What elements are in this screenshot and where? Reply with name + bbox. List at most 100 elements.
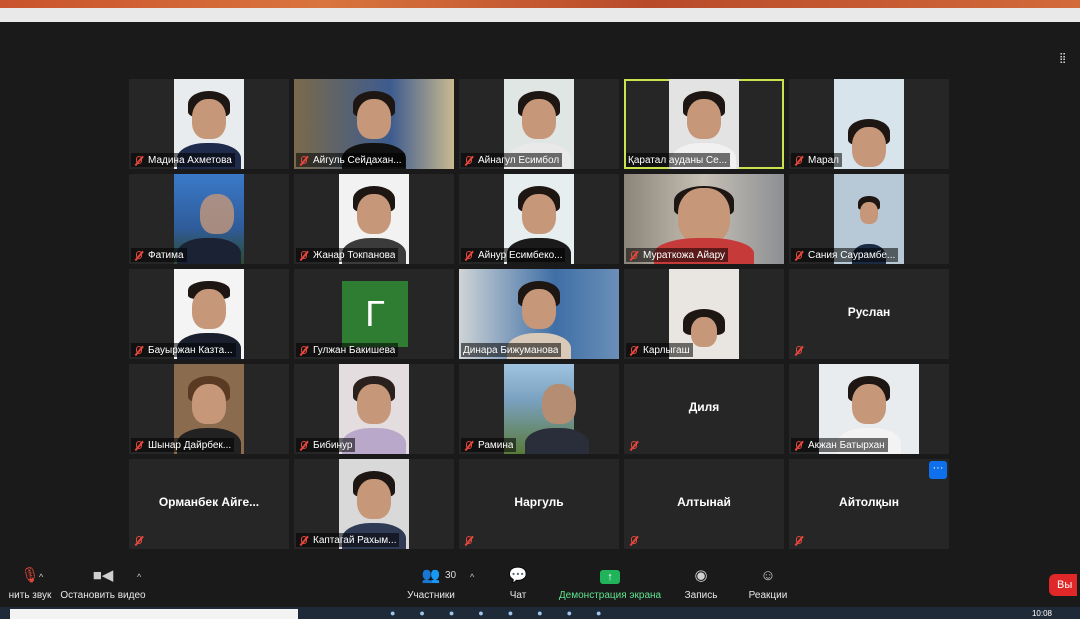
participant-name-bar: Мураткожа Айару [626, 248, 729, 262]
participant-tile[interactable]: Каптагай Рахым... [294, 459, 454, 549]
participant-tile[interactable]: Бибинур [294, 364, 454, 454]
participant-name-bar: Сания Саурамбе... [791, 248, 899, 262]
mic-muted-icon [463, 250, 474, 261]
participant-name-bar: Каптагай Рахым... [296, 533, 400, 547]
participant-display-name: Наргуль [514, 495, 564, 509]
participant-name: Мураткожа Айару [643, 249, 726, 261]
participant-name: Шынар Дайрбек... [148, 439, 232, 451]
participant-tile[interactable]: Айгуль Сейдахан... [294, 79, 454, 169]
taskbar-search-box[interactable] [10, 609, 298, 619]
record-label: Запись [684, 590, 718, 601]
participant-tile[interactable]: Руслан [789, 269, 949, 359]
gallery-view-icon[interactable]: ⣿ [1059, 54, 1069, 64]
participant-tile[interactable]: Акжан Батырхан [789, 364, 949, 454]
chat-label: Чат [509, 590, 527, 601]
mic-muted-icon [133, 250, 144, 261]
participant-tile[interactable]: Орманбек Айге... [129, 459, 289, 549]
participant-tile-active-speaker[interactable]: Қаратал ауданы Се... [624, 79, 784, 169]
mic-muted-icon [463, 440, 474, 451]
participant-name: Каптагай Рахым... [313, 534, 397, 546]
participant-tile[interactable]: ··· Айтолқын [789, 459, 949, 549]
participant-name: Динара Бижуманова [463, 344, 559, 356]
participant-name-bar: Рамина [461, 438, 517, 452]
mic-muted-icon [628, 535, 639, 546]
participants-count: 30 [445, 570, 457, 581]
participant-tile[interactable]: Мураткожа Айару [624, 174, 784, 264]
participant-tile[interactable]: Айнур Есимбеко... [459, 174, 619, 264]
mic-muted-icon [628, 250, 639, 261]
audio-options-caret-icon[interactable]: ^ [39, 572, 43, 582]
participant-display-name: Орманбек Айге... [158, 495, 260, 509]
participant-name: Рамина [478, 439, 514, 451]
participant-tile[interactable]: Рамина [459, 364, 619, 454]
reactions-icon: ☺ [760, 567, 776, 584]
participant-name-bar: Гулжан Бакишева [296, 343, 399, 357]
mic-muted-icon [463, 155, 474, 166]
mic-muted-icon [133, 535, 144, 546]
participant-name-bar [131, 533, 151, 547]
participant-tile[interactable]: Айнагул Есимбол [459, 79, 619, 169]
mic-muted-icon [628, 440, 639, 451]
participant-display-name: Алтынай [677, 495, 731, 509]
participant-name-bar: Шынар Дайрбек... [131, 438, 235, 452]
participant-tile[interactable]: Шынар Дайрбек... [129, 364, 289, 454]
mic-muted-icon [298, 155, 309, 166]
participant-name: Айнагул Есимбол [478, 154, 560, 166]
mic-muted-icon [463, 535, 474, 546]
participants-label: Участники [407, 590, 455, 601]
participant-name-bar: Карлыгаш [626, 343, 693, 357]
participant-name-bar: Қаратал ауданы Се... [626, 153, 731, 167]
browser-top-strip [0, 0, 1080, 8]
participant-tile[interactable]: Бауыржан Казта... [129, 269, 289, 359]
mic-muted-icon [793, 345, 804, 356]
participant-name-bar: Айнур Есимбеко... [461, 248, 566, 262]
unmute-button[interactable]: 🎙 нить звук [5, 566, 55, 601]
participant-name: Бибинур [313, 439, 353, 451]
participant-tile[interactable]: Алтынай [624, 459, 784, 549]
participant-name-bar [791, 343, 811, 357]
participant-tile[interactable]: Сания Саурамбе... [789, 174, 949, 264]
participant-name: Марал [808, 154, 839, 166]
participant-name: Карлыгаш [643, 344, 690, 356]
participant-name-bar: Бауыржан Казта... [131, 343, 236, 357]
os-taskbar: ●●●●●●●● 10:08 [0, 607, 1080, 619]
zoom-meeting-window: ⣿ Мадина Ахметова Айгуль Сейдахан... Айн… [5, 22, 1077, 607]
participant-tile[interactable]: Жанар Токпанова [294, 174, 454, 264]
participant-name-bar: Фатима [131, 248, 187, 262]
chat-icon: 💬 [508, 567, 528, 584]
participant-tile[interactable]: Диля [624, 364, 784, 454]
participant-tile[interactable]: Фатима [129, 174, 289, 264]
video-options-caret-icon[interactable]: ^ [137, 572, 141, 582]
stop-video-label: Остановить видео [60, 590, 146, 601]
reactions-button[interactable]: ☺ Реакции [745, 566, 791, 601]
stop-video-button[interactable]: ■◀ Остановить видео [59, 566, 147, 601]
record-button[interactable]: ◉ Запись [679, 566, 723, 601]
chat-button[interactable]: 💬 Чат [503, 566, 533, 601]
participant-name: Бауыржан Казта... [148, 344, 233, 356]
participant-name-bar: Марал [791, 153, 842, 167]
share-screen-icon: ↑ [600, 570, 620, 584]
participants-caret-icon[interactable]: ^ [470, 572, 474, 582]
participant-tile[interactable]: Динара Бижуманова [459, 269, 619, 359]
participant-tile[interactable]: Карлыгаш [624, 269, 784, 359]
taskbar-app-icons[interactable]: ●●●●●●●● [390, 608, 626, 618]
end-meeting-button[interactable]: Вы [1049, 574, 1077, 596]
more-options-icon[interactable]: ··· [929, 461, 947, 479]
mic-muted-icon [793, 155, 804, 166]
share-screen-button[interactable]: ↑ Демонстрация экрана [555, 566, 665, 601]
participant-name-bar [461, 533, 481, 547]
participant-name: Акжан Батырхан [808, 439, 885, 451]
participant-name: Фатима [148, 249, 184, 261]
participant-tile[interactable]: Мадина Ахметова [129, 79, 289, 169]
record-icon: ◉ [694, 567, 708, 584]
participant-name: Қаратал ауданы Се... [628, 154, 728, 166]
participant-tile[interactable]: Г Гулжан Бакишева [294, 269, 454, 359]
page-frame [0, 8, 1080, 22]
participant-name: Жанар Токпанова [313, 249, 396, 261]
participant-tile[interactable]: Наргуль [459, 459, 619, 549]
participant-name-bar: Акжан Батырхан [791, 438, 888, 452]
participant-name: Айгуль Сейдахан... [313, 154, 402, 166]
participant-name-bar: Жанар Токпанова [296, 248, 399, 262]
participant-name-bar [626, 438, 646, 452]
participant-tile[interactable]: Марал [789, 79, 949, 169]
